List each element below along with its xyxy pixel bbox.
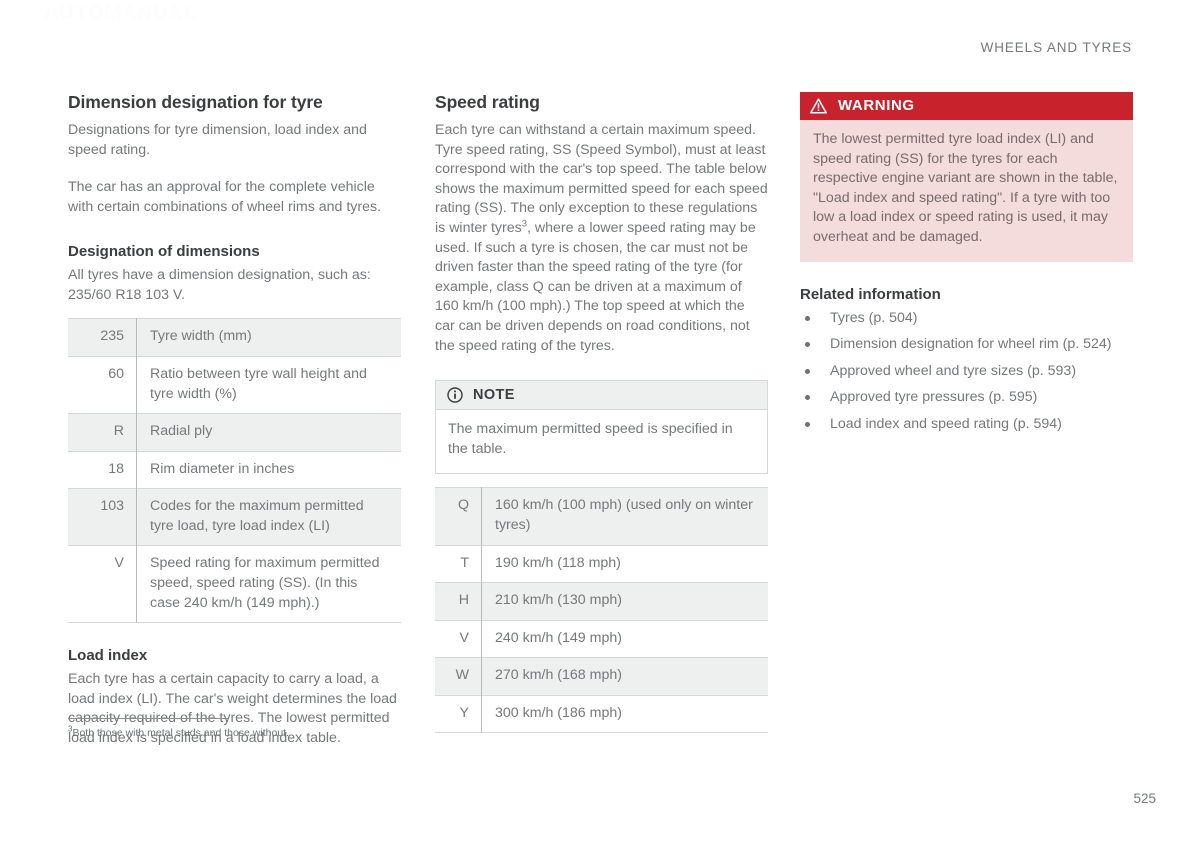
related-information-link[interactable]: Approved tyre pressures (p. 595) xyxy=(800,388,1133,408)
page-title: Dimension designation for tyre xyxy=(68,92,323,112)
load-index-heading: Load index xyxy=(68,647,148,665)
warning-label: WARNING xyxy=(838,97,915,114)
related-information-link[interactable]: Dimension designation for wheel rim (p. … xyxy=(800,335,1133,355)
warning-box: WARNING The lowest permitted tyre load i… xyxy=(800,92,1133,262)
speed-rating-paragraph-part2: , where a lower speed rating may be used… xyxy=(435,219,756,354)
dimension-code-cell: V xyxy=(68,545,137,623)
left-column: Dimension designation for tyre Designati… xyxy=(68,92,401,748)
related-information-link[interactable]: Load index and speed rating (p. 594) xyxy=(800,415,1133,435)
dimension-code-cell: R xyxy=(68,413,137,452)
dimension-description-cell: Rim diameter in inches xyxy=(150,460,295,477)
table-row: 60 Ratio between tyre wall height and tyr… xyxy=(68,356,401,414)
warning-header: WARNING xyxy=(800,92,1133,120)
speed-value-cell: 160 km/h (100 mph) (used only on winter … xyxy=(495,497,753,533)
table-row: R Radial ply xyxy=(68,413,401,452)
dimension-code-cell: 60 xyxy=(68,356,137,414)
warning-triangle-icon xyxy=(810,97,827,114)
note-body-text: The maximum permitted speed is specified… xyxy=(448,421,733,457)
note-label: NOTE xyxy=(473,387,515,404)
table-row: 235 Tyre width (mm) xyxy=(68,318,401,357)
table-row: 18 Rim diameter in inches xyxy=(68,451,401,489)
dimension-code-cell: 235 xyxy=(68,318,137,357)
dimension-description-cell: Ratio between tyre wall height and tyre … xyxy=(150,365,367,402)
dimension-description-cell: Radial ply xyxy=(150,423,213,440)
page-number: 525 xyxy=(1133,791,1156,806)
footnote-divider xyxy=(68,718,228,719)
info-icon xyxy=(447,387,463,403)
left-intro-text: Designations for tyre dimension, load in… xyxy=(68,122,367,158)
middle-column: Speed rating Each tyre can withstand a c… xyxy=(435,92,768,733)
speed-symbol-cell: H xyxy=(435,582,482,621)
speed-rating-table: Q 160 km/h (100 mph) (used only on winter… xyxy=(435,487,768,733)
warning-body-text: The lowest permitted tyre load index (LI… xyxy=(800,120,1133,262)
left-approval-paragraph: The car has an approval for the complete… xyxy=(68,179,382,215)
speed-value-cell: 240 km/h (149 mph) xyxy=(495,629,622,646)
speed-value-cell: 270 km/h (168 mph) xyxy=(495,667,622,684)
table-row: W 270 km/h (168 mph) xyxy=(435,657,768,696)
speed-rating-heading: Speed rating xyxy=(435,92,540,112)
speed-symbol-cell: W xyxy=(435,657,482,696)
footnote-body: Both those with metal studs and those wi… xyxy=(72,727,289,739)
speed-symbol-cell: Y xyxy=(435,695,482,733)
footnote-block: 3Both those with metal studs and those w… xyxy=(68,718,401,740)
speed-value-cell: 190 km/h (118 mph) xyxy=(495,554,621,571)
dimension-description-cell: Tyre width (mm) xyxy=(150,328,252,345)
speed-symbol-cell: V xyxy=(435,620,482,658)
dimension-description-cell: Codes for the maximum permitted tyre loa… xyxy=(150,498,364,534)
related-information-link[interactable]: Approved wheel and tyre sizes (p. 593) xyxy=(800,362,1133,382)
right-column: WARNING The lowest permitted tyre load i… xyxy=(800,92,1133,442)
note-box: NOTE The maximum permitted speed is spec… xyxy=(435,380,768,475)
footnote-text: 3Both those with metal studs and those w… xyxy=(68,725,401,740)
table-row: T 190 km/h (118 mph) xyxy=(435,545,768,583)
related-information-heading: Related information xyxy=(800,285,941,303)
table-row: H 210 km/h (130 mph) xyxy=(435,582,768,621)
related-information-link[interactable]: Tyres (p. 504) xyxy=(800,309,1133,329)
table-row: 103 Codes for the maximum permitted tyre … xyxy=(68,488,401,546)
watermark: AUTOMANUAL xyxy=(44,2,197,24)
manual-page: AUTOMANUAL WHEELS AND TYRES Dimension de… xyxy=(0,0,1200,845)
speed-rating-paragraph-part1: Each tyre can withstand a certain maximu… xyxy=(435,122,768,236)
table-row: V 240 km/h (149 mph) xyxy=(435,620,768,658)
speed-value-cell: 210 km/h (130 mph) xyxy=(495,592,622,609)
speed-value-cell: 300 km/h (186 mph) xyxy=(495,704,622,721)
dimension-code-cell: 18 xyxy=(68,451,137,489)
table-row: Y 300 km/h (186 mph) xyxy=(435,695,768,733)
running-header-title: WHEELS AND TYRES xyxy=(980,40,1132,55)
speed-symbol-cell: Q xyxy=(435,487,482,545)
speed-symbol-cell: T xyxy=(435,545,482,583)
designation-of-dimensions-heading: Designation of dimensions xyxy=(68,243,260,261)
related-information-list: Tyres (p. 504) Dimension designation for … xyxy=(800,309,1133,435)
table-row: V Speed rating for maximum permitted spee… xyxy=(68,545,401,623)
table-row: Q 160 km/h (100 mph) (used only on winter… xyxy=(435,487,768,545)
speed-rating-paragraph: Each tyre can withstand a certain maximu… xyxy=(435,121,768,356)
dimensions-table: 235 Tyre width (mm) 60 Ratio between tyre w… xyxy=(68,318,401,623)
dimension-description-cell: Speed rating for maximum permitted speed… xyxy=(150,555,380,611)
dimension-code-cell: 103 xyxy=(68,488,137,546)
dimensions-intro-text: All tyres have a dimension designation, … xyxy=(68,267,371,303)
note-header: NOTE xyxy=(436,381,767,411)
